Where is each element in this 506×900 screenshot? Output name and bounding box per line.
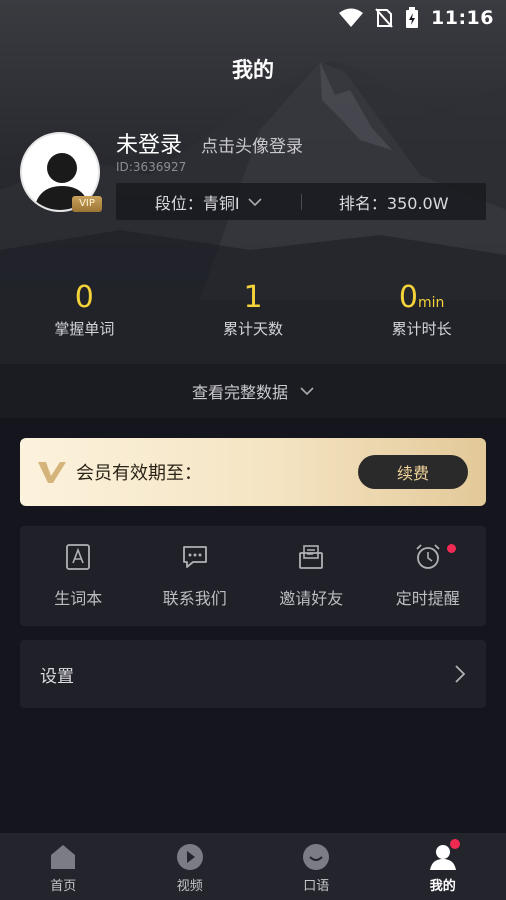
tab-label: 口语 [303,879,330,894]
user-id: ID:3636927 [116,160,187,174]
view-full-data-button[interactable]: 查看完整数据 [0,364,506,418]
tool-contact-us[interactable]: 联系我们 [137,526,254,626]
stat-label: 累计时长 [391,320,452,338]
bottom-tab-bar: 首页 视频 口语 我的 [0,833,506,900]
status-time: 11:16 [431,7,494,29]
tab-video[interactable]: 视频 [127,833,254,900]
chevron-down-icon [300,387,314,396]
stat-unit: min [418,295,445,311]
rank-bar: 段位：青铜I 排名：350.0W [116,183,486,220]
stat-mastered-words[interactable]: 0 掌握单词 [0,280,169,339]
chevron-right-icon [455,665,466,683]
stat-value: 1 [243,280,263,315]
battery-charging-icon [406,7,419,28]
tool-reminder[interactable]: 定时提醒 [370,526,487,626]
membership-card[interactable]: 会员有效期至： 续费 [20,438,486,506]
status-bar: 11:16 [0,0,506,36]
membership-text: 会员有效期至： [76,463,202,484]
video-play-icon [176,844,203,870]
stat-label: 累计天数 [223,320,284,338]
speech-icon [303,844,330,870]
stat-value: 0 [74,280,94,315]
alarm-clock-icon [416,544,440,569]
vocabulary-book-icon [66,544,91,570]
level-selector[interactable]: 段位：青铜I [116,190,301,214]
tab-label: 首页 [50,879,77,894]
page-title: 我的 [232,58,274,82]
tool-invite-friends[interactable]: 邀请好友 [253,526,370,626]
wifi-icon [339,8,364,27]
tab-label: 视频 [176,879,203,894]
tool-label: 定时提醒 [395,589,460,608]
tool-vocabulary-book[interactable]: 生词本 [20,526,137,626]
stat-total-time[interactable]: 0min 累计时长 [337,280,506,339]
invite-envelope-icon [299,545,324,569]
username[interactable]: 未登录 [116,127,182,159]
level-label: 段位：青铜I [154,193,240,213]
vip-badge: VIP [72,196,102,212]
tab-speaking[interactable]: 口语 [253,833,380,900]
tab-profile[interactable]: 我的 [380,833,506,900]
stats-row: 0 掌握单词 1 累计天数 0min 累计时长 [0,280,506,339]
tab-label: 我的 [429,879,456,894]
notification-dot [447,544,456,553]
no-sim-icon [375,8,393,28]
tool-label: 联系我们 [162,589,227,608]
rank-label: 排名：350.0W [338,193,449,213]
tool-label: 生词本 [54,589,103,608]
stat-total-days[interactable]: 1 累计天数 [169,280,338,339]
rank-cell: 排名：350.0W [302,190,487,214]
tools-panel: 生词本 联系我们 邀请好友 定时提醒 [20,526,486,626]
notification-dot [449,839,460,849]
renew-button[interactable]: 续费 [358,455,468,489]
settings-label: 设置 [40,666,74,687]
stat-label: 掌握单词 [54,320,115,338]
chevron-down-icon [248,197,262,206]
vip-v-logo-icon [38,462,66,483]
full-data-label: 查看完整数据 [191,383,288,402]
tool-label: 邀请好友 [279,589,344,608]
settings-row[interactable]: 设置 [20,640,486,708]
login-hint[interactable]: 点击头像登录 [201,132,303,157]
stat-value: 0 [398,280,419,315]
chat-bubble-icon [182,546,207,568]
home-icon [51,845,76,869]
tab-home[interactable]: 首页 [0,833,127,900]
